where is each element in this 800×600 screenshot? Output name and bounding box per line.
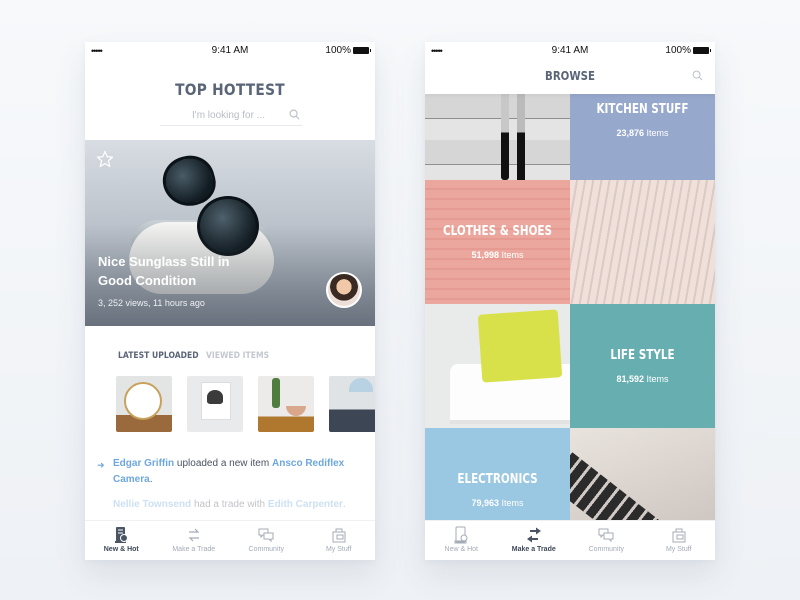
featured-item-meta: 3, 252 views, 11 hours ago [98,298,205,308]
trade-arrows-icon [188,528,200,542]
category-title: ELECTRONICS [457,472,538,487]
feed-action: had a trade with [193,499,266,510]
status-bar: ••••• 9:41 AM 100% [85,42,375,60]
nav-my-stuff[interactable]: My Stuff [303,521,376,560]
featured-item-title[interactable]: Nice Sunglass Still in Good Condition [98,252,248,290]
chat-bubbles-icon [598,528,614,543]
clothes-image[interactable] [570,180,715,304]
thumbnail-cactus[interactable] [258,376,314,432]
bottom-nav: New & Hot Make a Trade Community My Stuf… [85,520,375,560]
new-hot-icon [454,526,468,544]
lifestyle-image[interactable] [425,304,570,428]
arrow-right-icon: ➜ [97,460,105,470]
trade-arrows-icon [526,527,541,543]
featured-item-card[interactable]: Nice Sunglass Still in Good Condition 3,… [85,140,375,326]
category-electronics[interactable]: ELECTRONICS 79,963 Items [425,428,570,520]
category-clothes-shoes[interactable]: CLOTHES & SHOES 51,998 Items [425,180,570,304]
search-icon[interactable] [289,109,300,120]
tab-bar: LATEST UPLOADED VIEWED ITEMS [118,351,269,361]
bottom-nav: New & Hot Make a Trade Community My Stuf… [425,520,715,560]
tab-viewed-items[interactable]: VIEWED ITEMS [206,351,269,361]
nav-label: New & Hot [103,546,139,553]
top-hottest-screen: ••••• 9:41 AM 100% TOP HOTTEST I'm looki… [85,42,375,560]
feed-action: uploaded a new item [176,458,270,469]
battery-percent: 100% [665,45,691,56]
thumbnail-wall-clock[interactable] [116,376,172,432]
chat-bubbles-icon [258,528,274,543]
new-hot-icon [115,527,129,543]
feed-user-link[interactable]: Edgar Griffin [113,458,174,469]
nav-my-stuff[interactable]: My Stuff [643,521,716,560]
nav-label: Make a Trade [172,546,216,553]
nav-new-hot[interactable]: New & Hot [85,521,158,560]
category-title: KITCHEN STUFF [596,102,689,117]
search-placeholder: I'm looking for ... [192,110,266,121]
electronics-image[interactable] [570,428,715,520]
category-count: 81,592 Items [616,374,669,384]
browse-screen: ••••• 9:41 AM 100% BROWSE KITCHEN STUFF … [425,42,715,560]
activity-feed: ➜ Edgar Griffin uploaded a new item Ansc… [97,456,361,513]
thumbnail-xo-poster[interactable] [187,376,243,432]
nav-label: My Stuff [665,546,692,553]
browse-header: BROWSE [425,60,715,94]
tab-latest-uploaded[interactable]: LATEST UPLOADED [118,351,199,361]
category-title: CLOTHES & SHOES [442,224,553,239]
star-icon[interactable] [96,150,114,168]
feed-item: ➜ Edgar Griffin uploaded a new item Ansc… [97,458,345,485]
category-title: LIFE STYLE [610,348,675,363]
category-count: 23,876 Items [616,128,669,138]
nav-make-trade[interactable]: Make a Trade [158,521,231,560]
nav-community[interactable]: Community [230,521,303,560]
page-title: TOP HOTTEST [175,80,285,99]
thumbnail-lamp[interactable] [329,376,375,432]
category-kitchen-stuff[interactable]: KITCHEN STUFF 23,876 Items [570,94,715,180]
search-icon[interactable] [692,70,703,81]
category-grid: KITCHEN STUFF 23,876 Items CLOTHES & SHO… [425,94,715,520]
battery-icon [353,47,371,54]
feed-item: Nellie Townsend had a trade with Edith C… [113,499,346,510]
battery-icon [693,47,711,54]
nav-make-trade[interactable]: Make a Trade [498,521,571,560]
nav-label: New & Hot [444,546,478,553]
bag-icon [672,528,686,543]
category-life-style[interactable]: LIFE STYLE 81,592 Items [570,304,715,428]
seller-avatar[interactable] [326,272,362,308]
kitchen-image[interactable] [425,94,570,180]
battery-percent: 100% [325,45,351,56]
nav-community[interactable]: Community [570,521,643,560]
category-count: 51,998 Items [471,250,524,260]
feed-target-link[interactable]: Edith Carpenter [268,499,343,510]
thumbnail-list [116,376,375,432]
nav-label: Community [248,546,284,553]
nav-label: My Stuff [325,546,352,553]
page-title: BROWSE [545,69,595,83]
nav-label: Make a Trade [511,546,556,553]
nav-label: Community [588,546,624,553]
category-count: 79,963 Items [471,498,524,508]
nav-new-hot[interactable]: New & Hot [425,521,498,560]
feed-user-link[interactable]: Nellie Townsend [113,499,191,510]
status-bar: ••••• 9:41 AM 100% [425,42,715,60]
search-input[interactable]: I'm looking for ... [160,106,302,126]
bag-icon [332,528,346,543]
